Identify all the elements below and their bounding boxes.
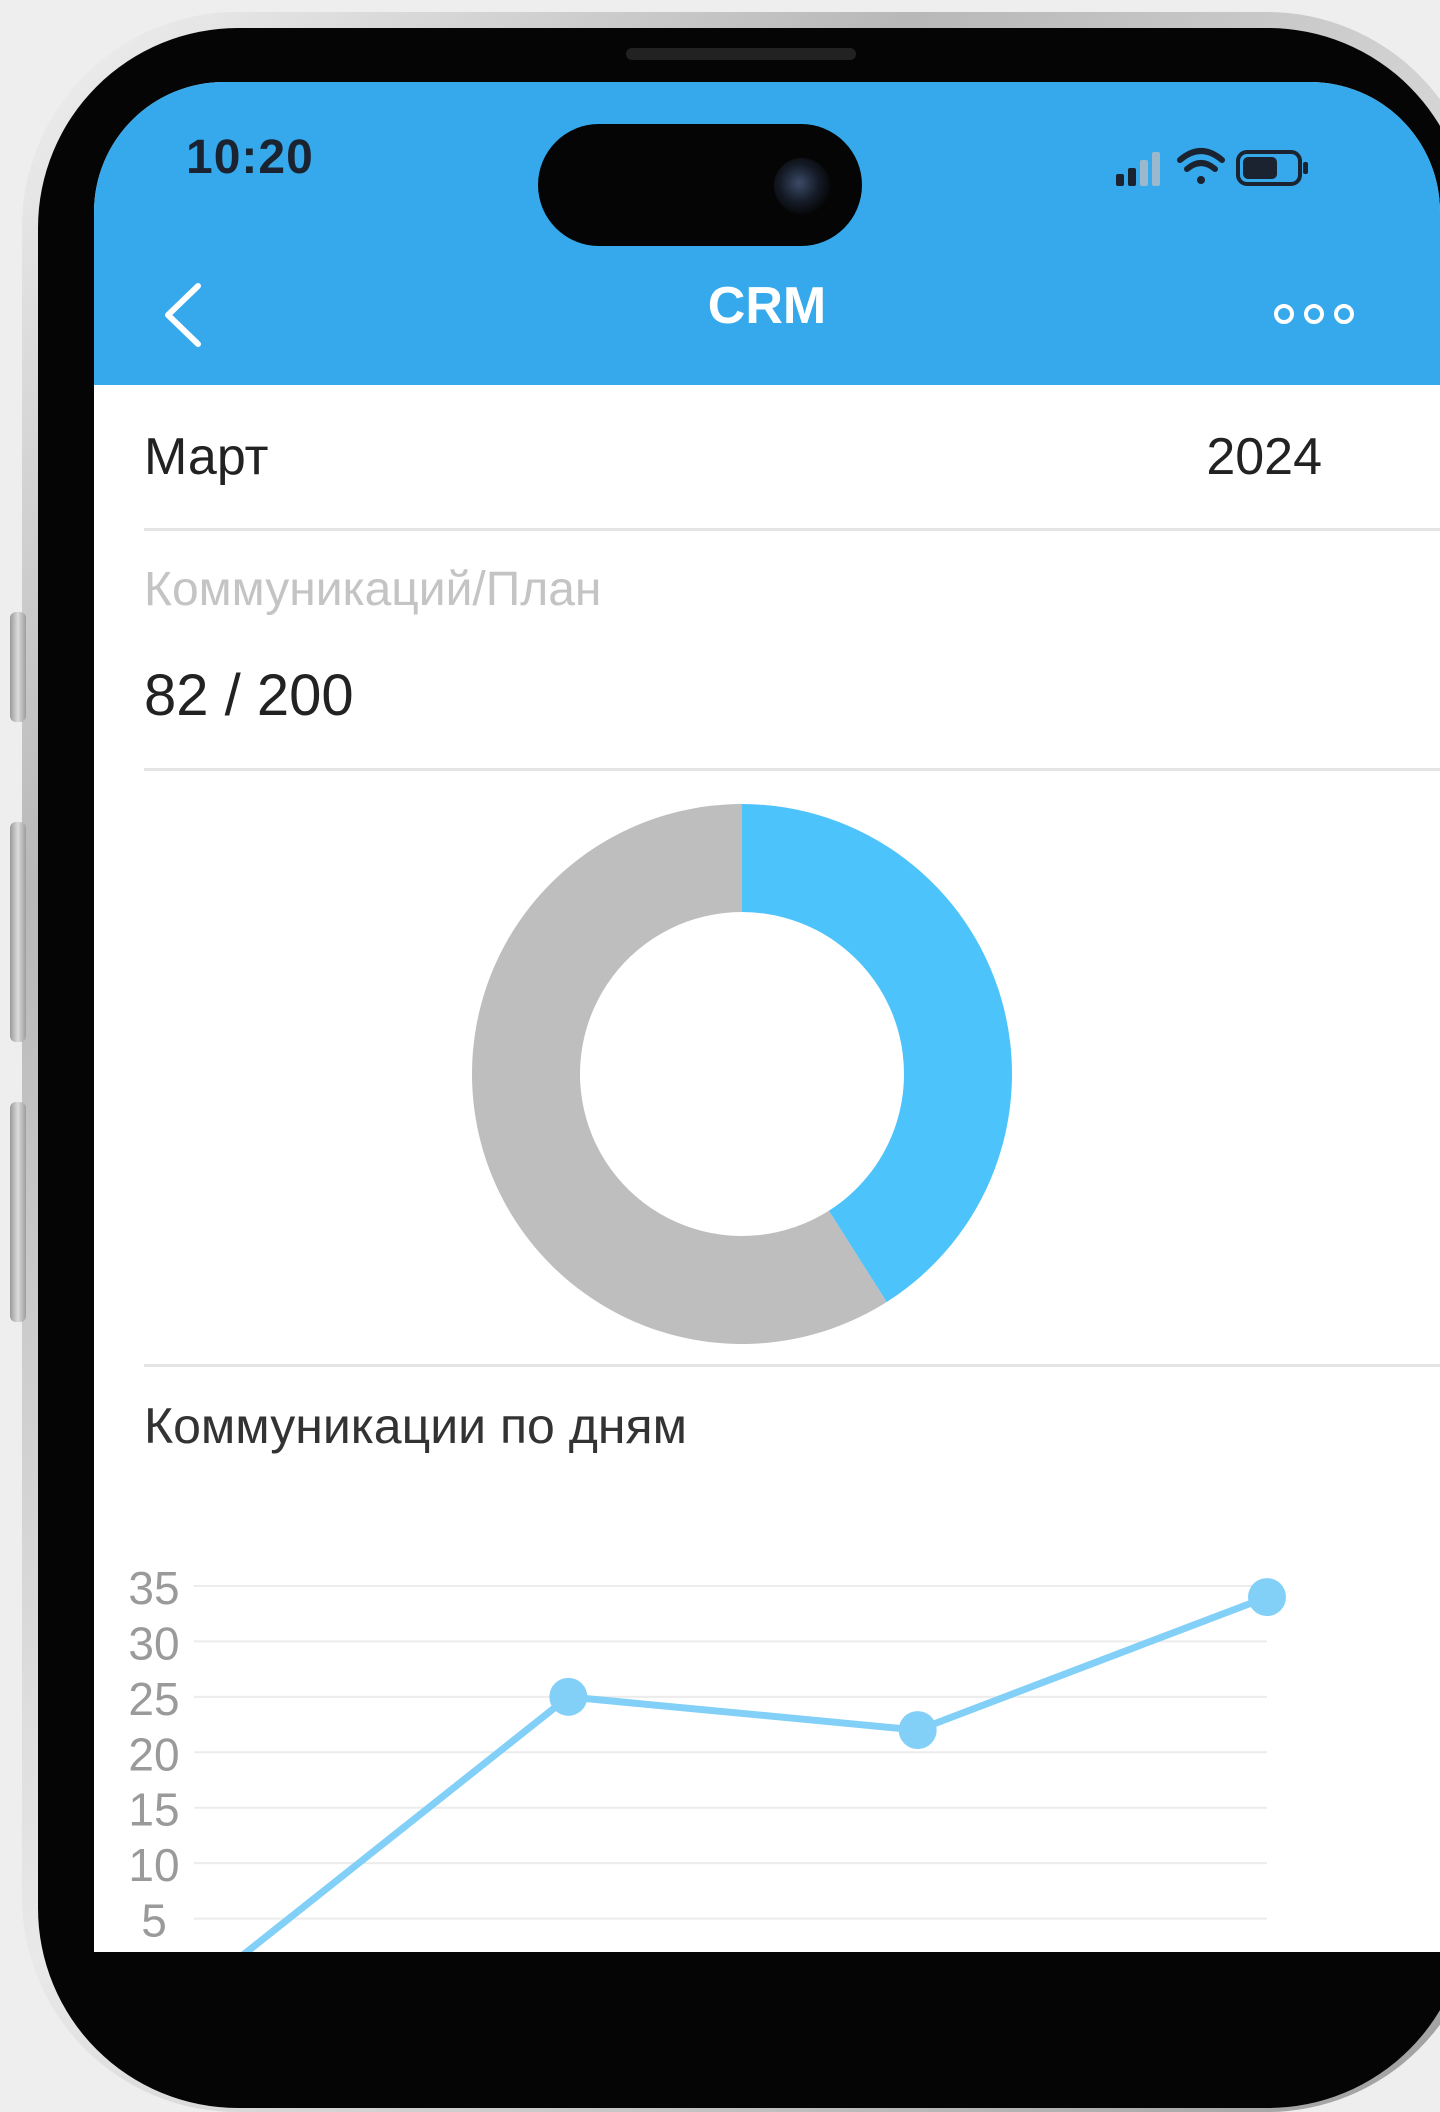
y-tick-label: 20	[128, 1728, 179, 1780]
signal-icon	[1116, 152, 1160, 186]
wifi-icon	[1177, 148, 1225, 184]
month-selector[interactable]: Март	[144, 427, 268, 487]
y-tick-label: 25	[128, 1673, 179, 1725]
donut-slice-done	[742, 804, 1012, 1302]
divider	[144, 768, 1440, 771]
daily-communications-chart: 05101520253035	[128, 1562, 1286, 1952]
data-point	[549, 1677, 588, 1716]
y-tick-label: 15	[128, 1784, 179, 1836]
volume-up-button	[10, 822, 26, 1042]
y-tick-label: 10	[128, 1839, 179, 1891]
status-icons	[1116, 148, 1308, 186]
header-bar: 10:20 CRM	[94, 82, 1440, 385]
page-title: CRM	[707, 277, 827, 335]
dynamic-island	[538, 124, 862, 246]
battery-icon	[1236, 150, 1308, 186]
divider	[144, 1364, 1440, 1367]
data-point	[1248, 1578, 1286, 1617]
app-screen: 10:20 CRM Март 2024 Коммуникаций/План 82…	[94, 82, 1440, 1952]
more-dots-icon	[1274, 304, 1354, 324]
plan-donut-chart	[471, 804, 1012, 1344]
line-chart-title: Коммуникации по дням	[144, 1398, 687, 1454]
kpi-value: 82 / 200	[144, 663, 354, 728]
more-button[interactable]	[1264, 294, 1374, 334]
earpiece	[626, 48, 856, 60]
divider	[144, 528, 1440, 531]
year-selector[interactable]: 2024	[1206, 427, 1322, 487]
y-tick-label: 5	[141, 1895, 167, 1947]
status-time: 10:20	[186, 131, 314, 184]
front-camera	[774, 158, 830, 214]
data-point	[898, 1711, 937, 1750]
series-line	[241, 1593, 1269, 1952]
kpi-label: Коммуникаций/План	[144, 563, 602, 616]
y-tick-label: 35	[128, 1562, 179, 1614]
y-tick-label: 30	[128, 1617, 179, 1669]
action-button	[10, 612, 26, 722]
volume-down-button	[10, 1102, 26, 1322]
